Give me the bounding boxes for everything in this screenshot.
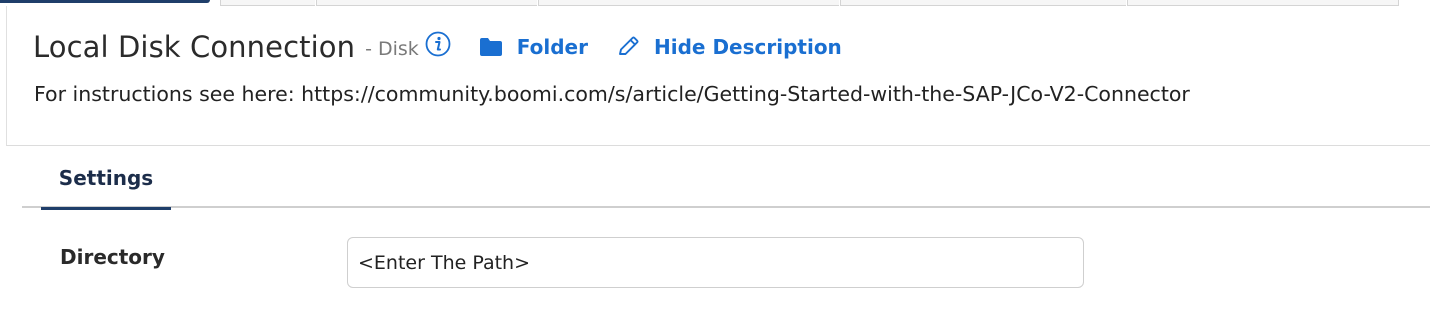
tab-active-underline — [41, 207, 171, 210]
folder-label: Folder — [516, 35, 588, 59]
component-type: - Disk — [365, 38, 419, 60]
info-icon[interactable] — [425, 31, 451, 57]
active-tab-indicator[interactable] — [0, 0, 210, 3]
pencil-icon — [616, 36, 640, 58]
folder-button[interactable]: Folder — [479, 35, 588, 59]
settings-tab-bar: Settings — [22, 158, 1430, 210]
title-row: Local Disk Connection - Disk Folder Hide… — [33, 30, 842, 64]
folder-icon — [479, 36, 503, 58]
directory-label: Directory — [60, 245, 165, 269]
tab-settings[interactable]: Settings — [41, 158, 171, 210]
tab-settings-label: Settings — [58, 166, 154, 190]
component-description: For instructions see here: https://commu… — [34, 82, 1190, 106]
hide-description-button[interactable]: Hide Description — [616, 35, 842, 59]
directory-input[interactable] — [347, 237, 1084, 288]
hide-description-label: Hide Description — [654, 35, 842, 59]
component-header: Local Disk Connection - Disk Folder Hide… — [6, 6, 1430, 146]
page-title: Local Disk Connection — [33, 30, 356, 64]
connection-editor: Local Disk Connection - Disk Folder Hide… — [0, 0, 1430, 312]
